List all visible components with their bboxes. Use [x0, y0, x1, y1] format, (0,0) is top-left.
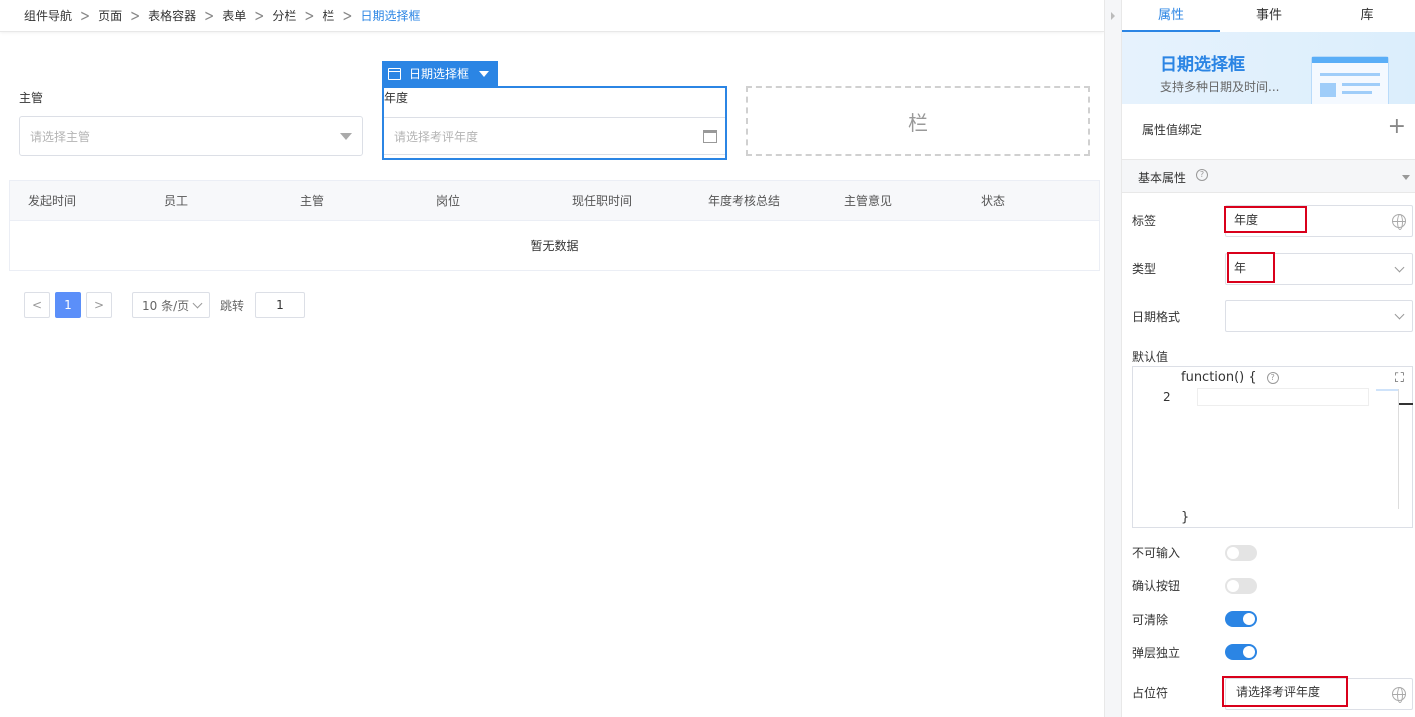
- table-header-cell: 现任职时间: [572, 194, 633, 208]
- code-line-input[interactable]: [1197, 388, 1369, 406]
- code-scroll-thumb[interactable]: [1399, 403, 1413, 405]
- popup-independent-label: 弹层独立: [1132, 646, 1181, 660]
- dropdown-arrow-icon: [340, 133, 352, 140]
- breadcrumb-separator-icon: >: [130, 6, 141, 25]
- next-page-button[interactable]: >: [86, 292, 112, 318]
- default-value-code-editor[interactable]: function() {? ⛶ 2 }: [1132, 366, 1413, 528]
- breadcrumb-separator-icon: >: [342, 6, 353, 25]
- empty-column-dropzone[interactable]: 栏: [746, 86, 1090, 156]
- clearable-label: 可清除: [1132, 613, 1169, 627]
- page-size-value: 10 条/页: [142, 298, 190, 313]
- table-header-cell: 主管: [300, 194, 325, 208]
- component-tag-label: 日期选择框: [409, 67, 470, 81]
- code-scrollbar[interactable]: [1398, 389, 1399, 509]
- table-header-cell: 年度考核总结: [708, 194, 781, 208]
- date-format-label: 日期格式: [1132, 310, 1181, 324]
- calendar-icon: [703, 130, 717, 143]
- breadcrumb-separator-icon: >: [304, 6, 315, 25]
- properties-panel: 属性 事件 库 日期选择框 支持多种日期及时间... 属性值绑定 + 基本属性 …: [1121, 0, 1415, 717]
- table-header-cell: 状态: [981, 194, 1006, 208]
- panel-collapse-strip[interactable]: [1104, 0, 1121, 717]
- breadcrumb-separator-icon: >: [204, 6, 215, 25]
- breadcrumb-item[interactable]: 表单: [222, 7, 246, 24]
- readonly-input-toggle[interactable]: [1225, 545, 1257, 561]
- code-footer: }: [1181, 510, 1190, 525]
- type-select-value: 年: [1227, 252, 1275, 283]
- table-header-cell: 岗位: [436, 194, 461, 208]
- default-value-label: 默认值: [1132, 350, 1169, 364]
- chevron-down-icon: [1394, 262, 1405, 273]
- prev-page-button[interactable]: <: [24, 292, 50, 318]
- collapse-caret-icon: [1402, 175, 1410, 180]
- tab-events[interactable]: 事件: [1220, 0, 1318, 32]
- table-header-cell: 主管意见: [844, 194, 893, 208]
- jump-page-input[interactable]: 1: [255, 292, 305, 318]
- column-placeholder-label: 栏: [908, 110, 928, 135]
- chevron-down-icon: [192, 298, 203, 309]
- chevron-down-icon: [1394, 309, 1405, 320]
- calendar-icon: [388, 67, 401, 80]
- component-banner: 日期选择框 支持多种日期及时间...: [1122, 32, 1415, 104]
- year-placeholder: 请选择考评年度: [394, 129, 479, 144]
- readonly-input-label: 不可输入: [1132, 546, 1181, 560]
- property-binding-label: 属性值绑定: [1142, 123, 1203, 137]
- selected-component-tag[interactable]: 日期选择框: [382, 61, 499, 86]
- breadcrumb-item[interactable]: 分栏: [272, 7, 296, 24]
- help-icon[interactable]: ?: [1196, 169, 1208, 181]
- line-number: 2: [1163, 390, 1171, 404]
- supervisor-select[interactable]: 请选择主管: [19, 116, 363, 156]
- code-header-text: function() {: [1181, 370, 1257, 385]
- basic-properties-header[interactable]: 基本属性 ?: [1122, 160, 1415, 193]
- type-field-label: 类型: [1132, 262, 1157, 276]
- label-field-value: 年度: [1224, 206, 1307, 233]
- add-binding-button[interactable]: +: [1388, 116, 1406, 138]
- breadcrumb-separator-icon: >: [80, 6, 91, 25]
- label-field-label: 标签: [1132, 214, 1157, 228]
- section-title: 基本属性: [1138, 171, 1187, 185]
- clearable-toggle[interactable]: [1225, 611, 1257, 627]
- table-header: 发起时间 员工 主管 岗位 现任职时间 年度考核总结 主管意见 状态: [10, 181, 1099, 221]
- caret-down-icon: [479, 70, 490, 77]
- panel-tabs: 属性 事件 库: [1122, 0, 1415, 32]
- breadcrumb-item[interactable]: 表格容器: [148, 7, 196, 24]
- current-page-button[interactable]: 1: [55, 292, 81, 318]
- year-label: 年度: [384, 91, 409, 105]
- year-date-input[interactable]: 请选择考评年度: [384, 117, 725, 155]
- tab-properties[interactable]: 属性: [1122, 0, 1220, 32]
- globe-icon[interactable]: [1392, 687, 1406, 703]
- expand-icon[interactable]: ⛶: [1395, 371, 1404, 386]
- breadcrumb-item[interactable]: 组件导航: [24, 7, 72, 24]
- popup-independent-toggle[interactable]: [1225, 644, 1257, 660]
- breadcrumb-item-current[interactable]: 日期选择框: [360, 7, 420, 24]
- banner-subtitle: 支持多种日期及时间...: [1160, 80, 1280, 94]
- globe-icon[interactable]: [1392, 214, 1406, 230]
- design-canvas: 组件导航 > 页面 > 表格容器 > 表单 > 分栏 > 栏 > 日期选择框 主…: [0, 0, 1104, 717]
- banner-title: 日期选择框: [1160, 55, 1245, 75]
- jump-label: 跳转: [220, 299, 245, 313]
- code-cursor-indicator: [1376, 389, 1398, 391]
- supervisor-label: 主管: [19, 91, 44, 105]
- code-header: function() {?: [1181, 370, 1279, 385]
- confirm-button-label: 确认按钮: [1132, 579, 1181, 593]
- collapse-arrow-icon: [1111, 12, 1115, 20]
- form-illustration-icon: [1311, 56, 1389, 104]
- table-empty-text: 暂无数据: [530, 239, 579, 253]
- breadcrumb: 组件导航 > 页面 > 表格容器 > 表单 > 分栏 > 栏 > 日期选择框: [0, 0, 1104, 32]
- table-header-cell: 发起时间: [28, 194, 77, 208]
- date-format-select[interactable]: [1225, 300, 1413, 332]
- breadcrumb-item[interactable]: 页面: [98, 7, 122, 24]
- supervisor-placeholder: 请选择主管: [30, 129, 91, 144]
- data-table: 发起时间 员工 主管 岗位 现任职时间 年度考核总结 主管意见 状态 暂无数据: [9, 180, 1100, 271]
- breadcrumb-separator-icon: >: [254, 6, 265, 25]
- page-size-select[interactable]: 10 条/页: [132, 292, 210, 318]
- tab-library[interactable]: 库: [1318, 0, 1415, 32]
- property-binding-row: 属性值绑定 +: [1122, 104, 1415, 160]
- breadcrumb-item[interactable]: 栏: [322, 7, 334, 24]
- help-icon[interactable]: ?: [1266, 371, 1279, 384]
- placeholder-field-value: 请选择考评年度: [1222, 676, 1348, 707]
- confirm-button-toggle[interactable]: [1225, 578, 1257, 594]
- table-header-cell: 员工: [164, 194, 189, 208]
- placeholder-field-label: 占位符: [1132, 686, 1169, 700]
